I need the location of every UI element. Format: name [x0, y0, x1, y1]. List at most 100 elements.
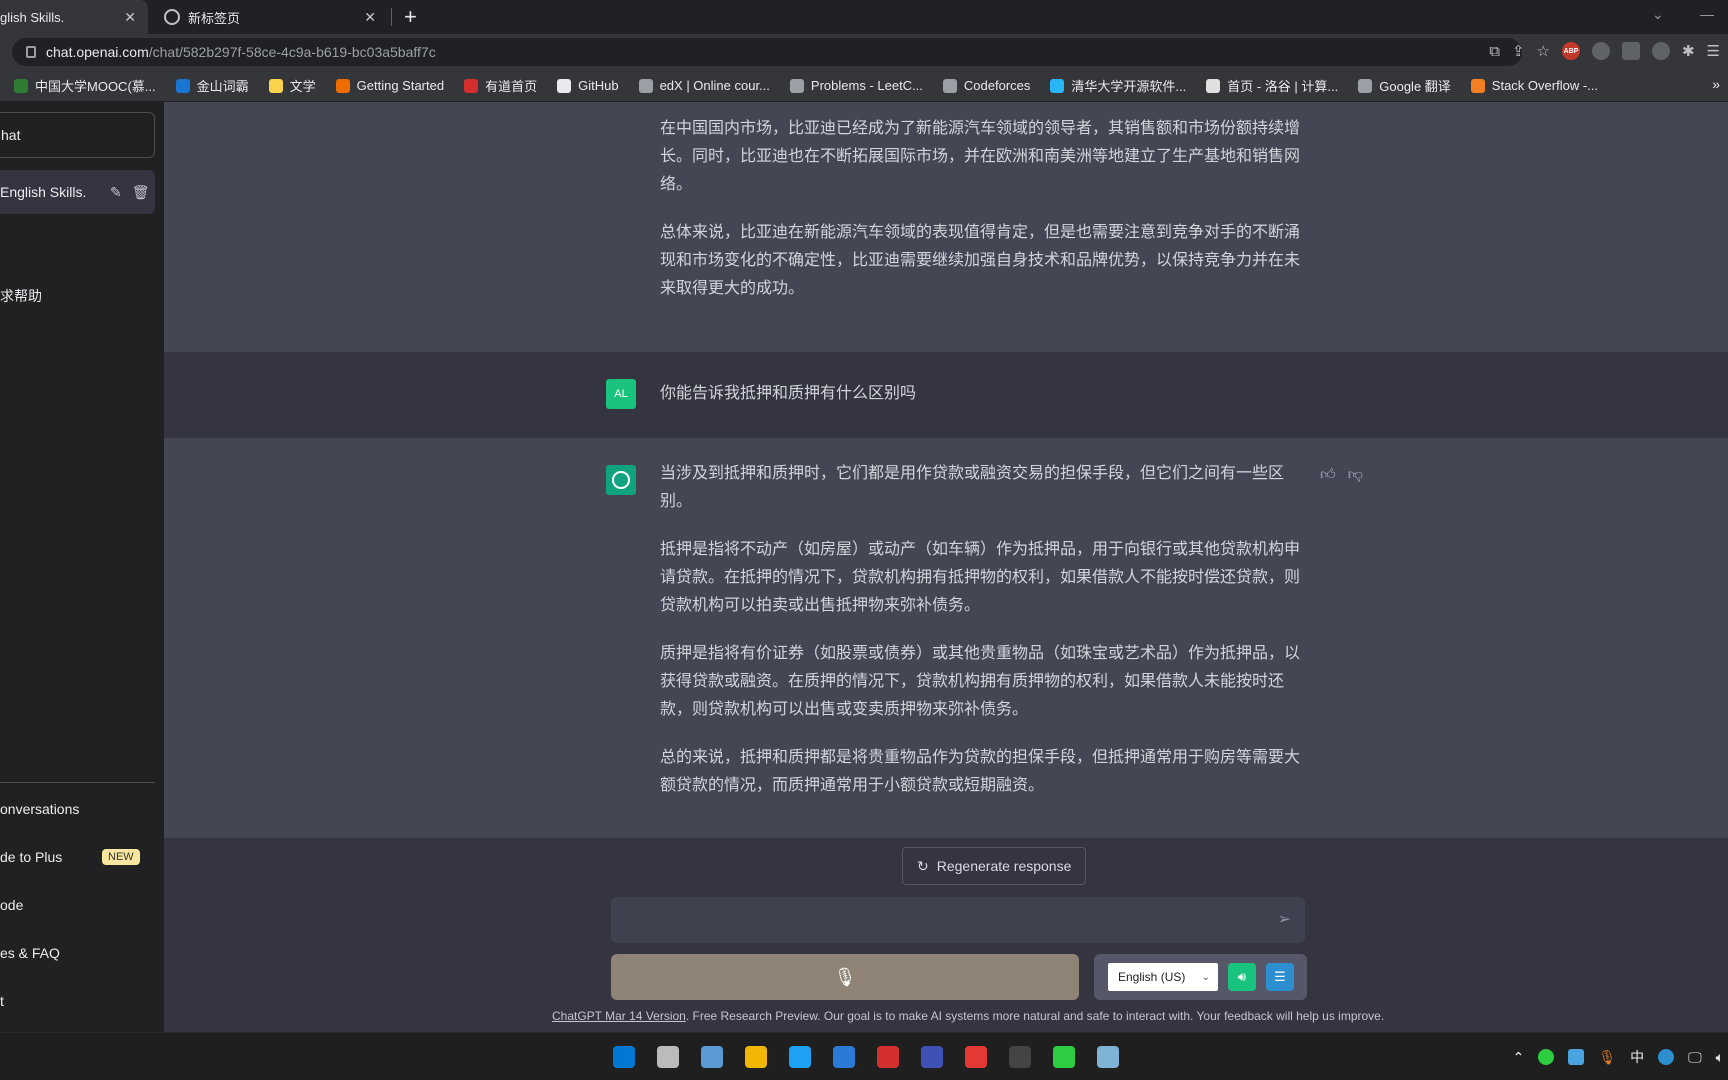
new-chat-button[interactable]: hat [0, 112, 155, 158]
ime-indicator[interactable]: 中 [1630, 1047, 1644, 1067]
conversation-label: 求帮助 [0, 288, 42, 304]
new-chat-label: hat [1, 127, 21, 143]
app-tray-icon[interactable] [1568, 1049, 1585, 1065]
footer-disclaimer: ChatGPT Mar 14 Version. Free Research Pr… [552, 1009, 1384, 1023]
trash-icon[interactable]: 🗑 [132, 184, 150, 201]
message-input[interactable] [611, 897, 1251, 943]
app-tray-icon-2[interactable] [1658, 1049, 1675, 1065]
taskbar-app-icon[interactable] [1048, 1041, 1080, 1073]
assistant-message: 当涉及到抵押和质押时，它们都是用作贷款或融资交易的担保手段，但它们之间有一些区别… [164, 438, 1728, 838]
network-icon[interactable]: 🖵 [1688, 1049, 1702, 1066]
edit-icon[interactable]: ✎ [110, 184, 122, 201]
bookmark-label: 有道首页 [485, 79, 538, 94]
taskbar-apps [608, 1041, 1124, 1073]
bookmark-label: Codeforces [963, 78, 1031, 93]
bookmarks-bar: 中国大学MOOC(慕... 金山词霸 文学 Getting Started 有道首页 Gi… [0, 70, 1728, 102]
tab-separator [391, 8, 392, 26]
voice-record-button[interactable]: 🎙︎ [611, 954, 1079, 1000]
puzzle-icon[interactable]: ✱ [1682, 42, 1695, 60]
bookmark-item[interactable]: 清华大学开源软件... [1042, 76, 1194, 95]
version-link[interactable]: ChatGPT Mar 14 Version [552, 1009, 686, 1023]
bookmark-item[interactable]: Getting Started [328, 78, 452, 93]
lock-icon[interactable] [26, 46, 36, 58]
close-icon[interactable]: ✕ [364, 9, 376, 26]
regenerate-button[interactable]: ↻ Regenerate response [902, 847, 1087, 885]
app-glyph-icon [921, 1046, 943, 1068]
taskbar-app-icon[interactable] [1004, 1041, 1036, 1073]
taskbar-app-icon[interactable] [784, 1041, 816, 1073]
reading-list-icon[interactable]: ☰ [1707, 42, 1720, 60]
microphone-icon: 🎙︎ [833, 966, 857, 987]
wechat-tray-icon[interactable] [1538, 1049, 1555, 1065]
bookmark-item[interactable]: 金山词霸 [168, 76, 257, 95]
logout-button[interactable]: t [0, 993, 155, 1009]
tab-active[interactable]: glish Skills. ✕ [0, 0, 148, 34]
sidebar-item-label: onversations [0, 801, 80, 817]
message-text: 当涉及到抵押和质押时，它们都是用作贷款或融资交易的担保手段，但它们之间有一些区别… [660, 460, 1308, 820]
sidebar-conversation-active[interactable]: English Skills. ✎ 🗑 [0, 170, 155, 214]
adblock-icon[interactable]: ABP [1561, 42, 1580, 60]
bookmark-item[interactable]: Problems - LeetC... [782, 78, 931, 93]
volume-icon[interactable]: 🔈︎ [1716, 1049, 1724, 1066]
taskbar-app-icon[interactable] [872, 1041, 904, 1073]
taskbar-app-icon[interactable] [696, 1041, 728, 1073]
bookmark-item[interactable]: 首页 - 洛谷 | 计算... [1198, 76, 1346, 95]
url-host: chat.openai.com [46, 44, 149, 60]
chrome-icon [164, 9, 180, 25]
tab-search-icon[interactable]: ⌄ [1652, 6, 1664, 23]
bookmark-item[interactable]: 文学 [261, 76, 324, 95]
chevron-up-icon[interactable]: ⌃ [1513, 1049, 1525, 1066]
voice-settings-button[interactable]: ☰ [1266, 963, 1294, 991]
taskbar-app-icon[interactable] [740, 1041, 772, 1073]
microphone-tray-icon[interactable]: 🎙︎ [1598, 1049, 1616, 1066]
bookmark-item[interactable]: edX | Online cour... [631, 78, 778, 93]
bookmark-label: 清华大学开源软件... [1071, 79, 1187, 94]
conversation-label: English Skills. [0, 184, 87, 200]
app-glyph-icon [965, 1046, 987, 1068]
extension-box-icon[interactable] [1621, 42, 1640, 60]
bookmarks-more-icon[interactable]: » [1712, 76, 1720, 92]
send-icon[interactable]: ➢ [1278, 909, 1291, 929]
sidebar-item-label: de to Plus [0, 849, 63, 865]
speaker-toggle-button[interactable]: 🔊︎ [1228, 963, 1256, 991]
clear-conversations-button[interactable]: onversations [0, 801, 155, 817]
close-icon[interactable]: ✕ [124, 9, 136, 26]
tab-newtab[interactable]: 新标签页 ✕ [156, 0, 388, 34]
address-bar[interactable]: chat.openai.com /chat/582b297f-58ce-4c9a… [12, 38, 1522, 66]
new-tab-button[interactable]: + [404, 4, 417, 30]
bookmark-item[interactable]: Codeforces [935, 78, 1038, 93]
regenerate-label: Regenerate response [936, 858, 1072, 874]
bookmark-item[interactable]: 有道首页 [456, 76, 545, 95]
bookmark-item[interactable]: 中国大学MOOC(慕... [6, 76, 164, 95]
bookmark-item[interactable]: GitHub [549, 78, 626, 93]
upgrade-plus-button[interactable]: de to Plus NEW [0, 849, 155, 865]
taskbar: ⌃ 🎙︎ 中 🖵 🔈︎ [0, 1032, 1728, 1080]
sidebar-conversation[interactable]: 求帮助 [0, 286, 42, 306]
taskbar-app-icon[interactable] [608, 1041, 640, 1073]
share-icon[interactable]: ⇪ [1512, 42, 1525, 60]
tab-title: glish Skills. [0, 9, 65, 25]
sliders-icon: ☰ [1274, 969, 1286, 984]
taskbar-app-icon[interactable] [828, 1041, 860, 1073]
star-icon[interactable]: ☆ [1537, 42, 1550, 60]
dark-mode-button[interactable]: ode [0, 897, 155, 913]
bookmark-item[interactable]: Stack Overflow -... [1463, 78, 1606, 93]
thumbs-down-icon[interactable]: 👎︎ [1348, 466, 1363, 484]
translate-icon[interactable]: ⧉ [1489, 43, 1500, 60]
taskbar-app-icon[interactable] [652, 1041, 684, 1073]
taskbar-app-icon[interactable] [1092, 1041, 1124, 1073]
system-tray: ⌃ 🎙︎ 中 🖵 🔈︎ [1513, 1047, 1724, 1067]
bookmark-label: GitHub [578, 78, 619, 93]
bookmark-item[interactable]: Google 翻译 [1350, 76, 1459, 95]
url-path: /chat/582b297f-58ce-4c9a-b619-bc03a5baff… [148, 44, 436, 60]
app-glyph-icon [701, 1046, 723, 1068]
minimize-icon[interactable]: — [1700, 6, 1714, 22]
taskbar-app-icon[interactable] [916, 1041, 948, 1073]
updates-faq-link[interactable]: es & FAQ [0, 945, 155, 961]
extension-face-icon[interactable] [1591, 42, 1610, 60]
taskbar-app-icon[interactable] [960, 1041, 992, 1073]
thumbs-up-icon[interactable]: 👍︎ [1320, 466, 1336, 484]
extension-shield-icon[interactable] [1651, 42, 1670, 60]
bookmark-favicon-icon [335, 78, 350, 93]
language-select[interactable]: English (US) ⌄ [1108, 963, 1218, 991]
